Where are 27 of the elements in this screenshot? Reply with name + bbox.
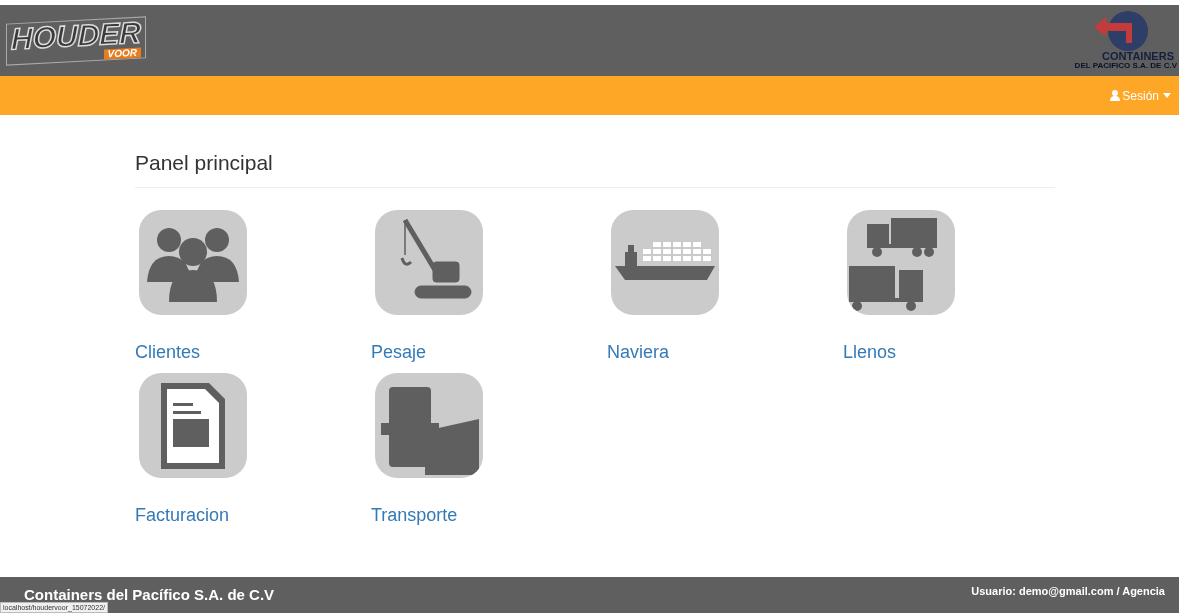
people-icon: [147, 227, 239, 302]
company-name: Containers del Pacífico S.A. de C.V: [24, 584, 275, 605]
tile-link[interactable]: Llenos: [843, 338, 897, 366]
tile-link[interactable]: Transporte: [371, 501, 458, 529]
tile-icon-background[interactable]: [139, 209, 247, 315]
tile-link[interactable]: Facturacion: [135, 501, 230, 529]
tile-link[interactable]: Clientes: [135, 338, 201, 366]
page-heading: Panel principal: [135, 147, 1055, 188]
caret-icon: [1163, 93, 1171, 98]
user-icon: [1110, 90, 1121, 101]
logo-subtitle: VOOR: [103, 47, 141, 60]
user-info: Usuario: demo@gmail.com / Agencia: [971, 583, 1165, 599]
document-icon: [161, 382, 225, 469]
logo-subtitle: DEL PACIFICO S.A. DE C.V: [1074, 62, 1177, 70]
logo-title: CONTAINERS: [1102, 51, 1175, 62]
houder-logo[interactable]: HOUDER VOOR: [6, 15, 146, 66]
crane-icon: [400, 218, 472, 298]
ship-icon: [615, 241, 715, 280]
tile-link[interactable]: Pesaje: [371, 338, 427, 366]
tile-icon-background[interactable]: [611, 209, 719, 315]
tile-icon-background[interactable]: [139, 372, 247, 478]
tile-icon-background[interactable]: [847, 209, 955, 315]
tile-icon-background[interactable]: [375, 372, 483, 478]
tile-link[interactable]: Naviera: [607, 338, 670, 366]
tile-icon-background[interactable]: [375, 209, 483, 315]
containers-logo[interactable]: CONTAINERS DEL PACIFICO S.A. DE C.V: [1051, 11, 1179, 70]
trucks-icon: [849, 217, 937, 311]
